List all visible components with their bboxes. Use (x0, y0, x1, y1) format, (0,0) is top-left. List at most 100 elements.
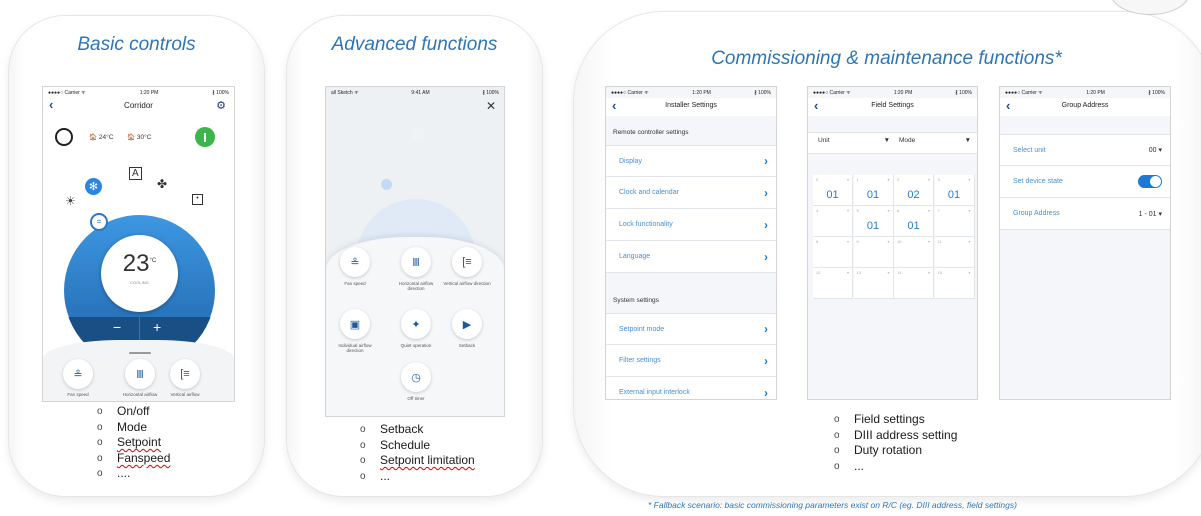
field-setting-cell[interactable]: 12 ▾ (813, 268, 853, 299)
chevron-right-icon: › (764, 385, 768, 400)
bullet-text: ... (854, 458, 865, 473)
field-setting-cell[interactable]: 0 ▾ 01 (813, 175, 853, 206)
field-setting-cell[interactable]: 14 ▾ (894, 268, 934, 299)
field-setting-cell[interactable]: 11 ▾ (934, 237, 975, 268)
gear-icon[interactable]: ⚙ (216, 99, 226, 112)
field-setting-cell[interactable]: 2 ▾ 02 (894, 175, 934, 206)
bullet-text: .... (117, 466, 131, 481)
vertical-airflow-icon: [≡ (180, 368, 190, 380)
settings-item-display[interactable]: Display › (606, 145, 776, 177)
bullet-text: Setpoint (117, 435, 162, 450)
caret-down-icon: ▾ (846, 177, 849, 182)
phone-installer-settings: ●●●●○ Carrier ᯤ 1:20 PM ∦ 100% ‹ Install… (605, 86, 777, 400)
individual-airflow-button[interactable]: ▣ (340, 309, 370, 339)
screen-title: Installer Settings (665, 102, 717, 109)
caret-down-icon: ▾ (927, 270, 930, 275)
fan-speed-button[interactable]: ≗ (340, 247, 370, 277)
caret-down-icon: ▾ (968, 208, 971, 213)
settings-item-filter[interactable]: Filter settings › (606, 345, 776, 377)
vertical-airflow-icon: [≡ (462, 256, 472, 268)
cell-index: 15 (937, 270, 942, 275)
settings-item-clock[interactable]: Clock and calendar › (606, 177, 776, 209)
field-setting-cell[interactable]: 7 ▾ (934, 206, 975, 237)
list-item: o DIII address setting (834, 428, 957, 444)
dimmed-power (411, 127, 425, 141)
cool-mode-icon[interactable]: ✻ (85, 178, 102, 195)
vertical-airflow-button[interactable]: [≡ (452, 247, 482, 277)
individual-airflow-label: Individual airflow direction (338, 343, 372, 353)
off-timer-button[interactable]: ◷ (401, 362, 431, 392)
field-setting-cell[interactable]: 13 ▾ (853, 268, 894, 299)
horizontal-airflow-button[interactable]: Ⅲ (401, 247, 431, 277)
auto-mode-icon[interactable]: A (129, 167, 142, 180)
field-setting-cell[interactable]: 4 ▾ (813, 206, 853, 237)
power-icon (204, 132, 206, 142)
off-timer-icon: ◷ (411, 371, 421, 384)
group-address-row[interactable]: Group Address 1 - 01 ▾ (1000, 198, 1170, 230)
time: 9:41 AM (411, 89, 430, 96)
cell-index: 0 (816, 177, 819, 182)
carrier: ●●●●○ Carrier ᯤ (813, 89, 851, 96)
plus-button[interactable]: + (153, 319, 161, 335)
field-setting-cell[interactable]: 1 ▾ 01 (853, 175, 894, 206)
bullet-text: On/off (117, 404, 150, 418)
room-title: Corridor (124, 101, 153, 110)
select-unit-value[interactable]: 00 ▾ (1149, 146, 1162, 154)
settings-item-setpoint-mode[interactable]: Setpoint mode › (606, 313, 776, 345)
cell-index: 4 (816, 208, 819, 213)
settings-item-lock[interactable]: Lock functionality › (606, 209, 776, 241)
field-setting-cell[interactable]: 3 ▾ 01 (934, 175, 975, 206)
drawer-handle[interactable] (129, 352, 151, 354)
fan-mode-icon[interactable]: ✤ (157, 177, 167, 191)
bullet: o (360, 470, 366, 482)
select-unit-number: 00 (1148, 147, 1157, 154)
settings-item-language[interactable]: Language › (606, 241, 776, 273)
chevron-right-icon: › (764, 217, 768, 232)
unit-dropdown[interactable]: Unit ▼ (818, 137, 890, 144)
dry-mode-icon[interactable]: • (192, 194, 203, 205)
setback-button[interactable]: ▶ (452, 309, 482, 339)
cell-index: 9 (856, 239, 859, 244)
heat-mode-icon[interactable]: ☀ (65, 194, 76, 208)
fan-speed-button[interactable]: ≗ (63, 359, 93, 389)
time: 1:20 PM (139, 89, 159, 96)
settings-item-label: Language (619, 253, 651, 260)
carrier: all Sketch ᯤ (331, 89, 359, 96)
caret-down-icon: ▾ (846, 270, 849, 275)
status-bar: ●●●●○ Carrier ᯤ 1:20 PM ∦ 100% (43, 87, 234, 98)
status-bar: ●●●●○ Carrier ᯤ 1:20 PM ∦ 100% (808, 87, 977, 98)
close-icon[interactable]: ✕ (486, 99, 496, 113)
select-unit-row[interactable]: Select unit 00 ▾ (1000, 134, 1170, 166)
power-on-button[interactable] (195, 127, 215, 147)
status-bar: ●●●●○ Carrier ᯤ 1:20 PM ∦ 100% (606, 87, 776, 98)
settings-item-external-input[interactable]: External input interlock › (606, 377, 776, 400)
carrier: ●●●●○ Carrier ᯤ (48, 89, 86, 96)
group-address-label: Group Address (1013, 210, 1060, 217)
power-off-button[interactable] (55, 128, 73, 146)
quiet-operation-icon: ✦ (411, 318, 421, 331)
unit-label: Unit (818, 137, 830, 144)
mode-dropdown[interactable]: Mode ▼ (899, 137, 971, 144)
minus-button[interactable]: − (113, 319, 121, 335)
carrier: ●●●●○ Carrier ᯤ (611, 89, 649, 96)
bullet-text: Setback (380, 422, 424, 436)
battery: ∦ 100% (212, 89, 229, 96)
vertical-airflow-button[interactable]: [≡ (170, 359, 200, 389)
time: 1:20 PM (692, 89, 711, 96)
field-setting-cell[interactable]: 10 ▾ (894, 237, 934, 268)
field-setting-cell[interactable]: 8 ▾ (813, 237, 853, 268)
status-bar: all Sketch ᯤ 9:41 AM ∦ 100% (326, 87, 504, 98)
device-state-toggle[interactable] (1138, 175, 1162, 188)
horizontal-airflow-button[interactable]: Ⅲ (125, 359, 155, 389)
quiet-operation-button[interactable]: ✦ (401, 309, 431, 339)
group-address-value[interactable]: 1 - 01 ▾ (1139, 210, 1162, 218)
battery: ∦ 100% (1148, 89, 1165, 96)
horizontal-airflow-label: Horizontal airflow (122, 392, 158, 397)
field-setting-cell[interactable]: 5 ▾ 01 (853, 206, 894, 237)
dial-handle[interactable]: = (90, 213, 108, 231)
field-setting-cell[interactable]: 15 ▾ (934, 268, 975, 299)
field-setting-cell[interactable]: 6 ▾ 01 (894, 206, 934, 237)
field-setting-cell[interactable]: 9 ▾ (853, 237, 894, 268)
fan-speed-label: Fan speed (67, 392, 89, 397)
bullet-text: DIII address setting (854, 427, 958, 442)
